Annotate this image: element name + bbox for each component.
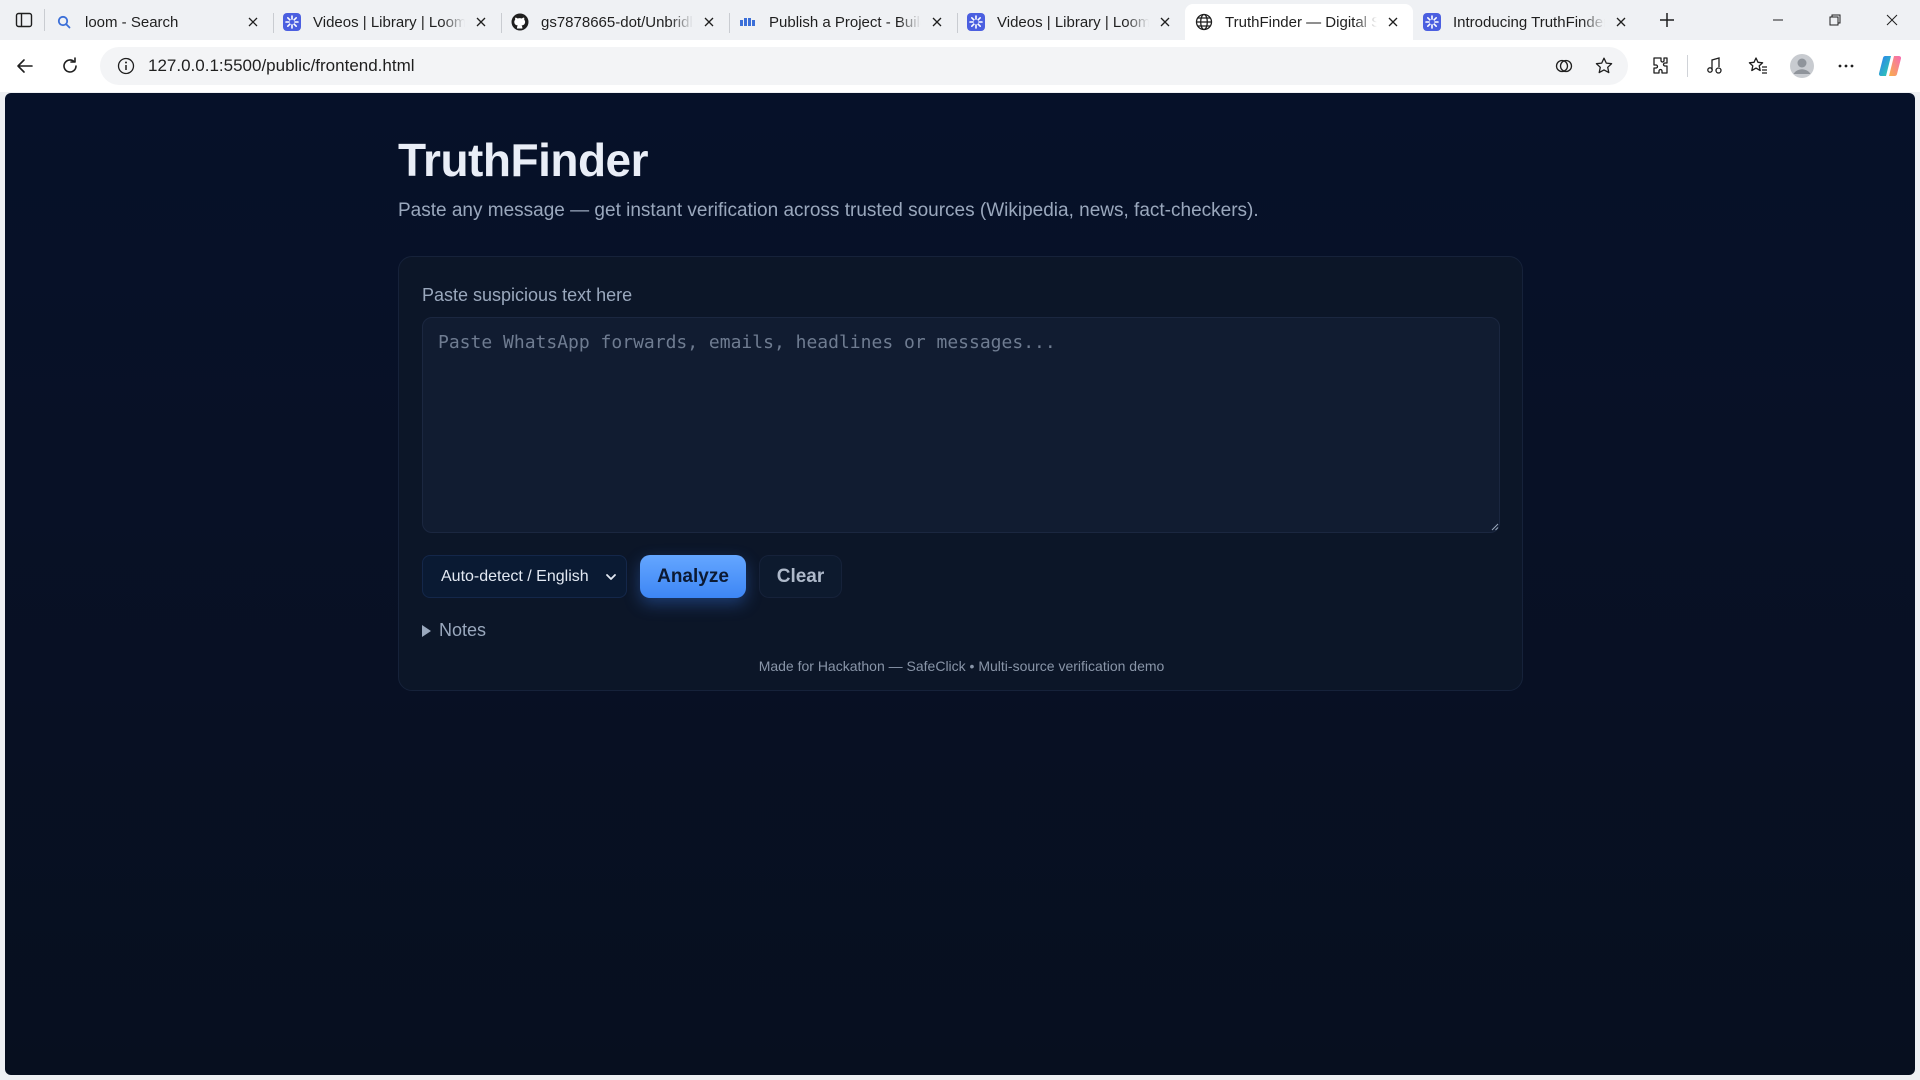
reload-button[interactable] xyxy=(50,46,90,86)
notes-disclosure[interactable]: Notes xyxy=(422,620,486,641)
tab-title: TruthFinder — Digital Safety xyxy=(1225,13,1377,31)
media-icon[interactable] xyxy=(1692,46,1736,86)
close-icon[interactable] xyxy=(1383,12,1403,32)
tab-github[interactable]: gs7878665-dot/Unbridled xyxy=(501,5,729,39)
read-aloud-icon[interactable] xyxy=(1548,50,1580,82)
tab-title: Videos | Library | Loom xyxy=(313,13,465,31)
loom-icon xyxy=(1423,13,1441,31)
favorites-icon[interactable] xyxy=(1736,46,1780,86)
disclosure-triangle-icon xyxy=(422,624,431,637)
action-controls: Auto-detect / English Analyze Clear xyxy=(422,555,842,598)
tab-title: Videos | Library | Loom xyxy=(997,13,1149,31)
footer-text: Made for Hackathon — SafeClick • Multi-s… xyxy=(758,658,1165,674)
search-icon xyxy=(55,13,73,31)
tab-introducing-truthfinder[interactable]: Introducing TruthFinder xyxy=(1413,5,1641,39)
reload-icon xyxy=(63,57,77,73)
analyze-button[interactable]: Analyze xyxy=(640,555,746,598)
message-textarea[interactable] xyxy=(422,317,1500,533)
loom-icon xyxy=(283,13,301,31)
tabs: loom - Search Videos | Library | Loom gs… xyxy=(45,0,1641,40)
input-card: Paste suspicious text here Auto-detect /… xyxy=(398,256,1523,691)
tab-actions-button[interactable] xyxy=(4,0,44,40)
tab-title: Publish a Project - Build xyxy=(769,13,921,31)
tab-title: gs7878665-dot/Unbridled xyxy=(541,13,693,31)
tab-truthfinder[interactable]: TruthFinder — Digital Safety xyxy=(1185,4,1413,40)
back-arrow-icon xyxy=(17,59,33,73)
profile-avatar-icon[interactable] xyxy=(1780,46,1824,86)
new-tab-button[interactable] xyxy=(1649,2,1685,38)
tab-title: loom - Search xyxy=(85,13,179,31)
minimize-button[interactable] xyxy=(1749,0,1806,40)
language-select[interactable]: Auto-detect / English xyxy=(422,555,627,598)
close-icon[interactable] xyxy=(471,12,491,32)
restore-icon xyxy=(1829,14,1840,26)
more-menu-icon[interactable] xyxy=(1824,46,1868,86)
tab-title: Introducing TruthFinder xyxy=(1453,13,1605,31)
page-viewport: TruthFinder Paste any message — get inst… xyxy=(5,93,1915,1075)
tab-loom-library[interactable]: Videos | Library | Loom xyxy=(273,5,501,39)
toolbar-separator xyxy=(1687,55,1688,77)
restore-button[interactable] xyxy=(1806,0,1863,40)
devpost-icon xyxy=(739,13,757,31)
tab-loom-library-2[interactable]: Videos | Library | Loom xyxy=(957,5,1185,39)
close-icon[interactable] xyxy=(699,12,719,32)
window-controls xyxy=(1749,0,1920,40)
close-icon xyxy=(1886,14,1897,26)
copilot-icon[interactable] xyxy=(1868,46,1912,86)
address-bar[interactable]: 127.0.0.1:5500/public/frontend.html xyxy=(100,47,1628,85)
toolbar-actions xyxy=(1639,40,1912,92)
input-label: Paste suspicious text here xyxy=(422,285,633,305)
globe-icon xyxy=(1195,13,1213,31)
close-window-button[interactable] xyxy=(1863,0,1920,40)
plus-icon xyxy=(1660,13,1674,27)
page-title: TruthFinder xyxy=(398,134,649,186)
notes-label: Notes xyxy=(439,620,487,640)
close-icon[interactable] xyxy=(1155,12,1175,32)
tab-actions-icon xyxy=(15,12,33,28)
close-icon[interactable] xyxy=(1611,12,1631,32)
address-url[interactable]: 127.0.0.1:5500/public/frontend.html xyxy=(148,56,415,76)
tab-strip: loom - Search Videos | Library | Loom gs… xyxy=(0,0,1920,40)
page-subtitle: Paste any message — get instant verifica… xyxy=(398,200,1259,221)
minimize-icon xyxy=(1772,19,1783,21)
clear-button[interactable]: Clear xyxy=(759,555,842,598)
loom-icon xyxy=(967,13,985,31)
browser-toolbar: 127.0.0.1:5500/public/frontend.html xyxy=(0,40,1920,92)
close-icon[interactable] xyxy=(243,12,263,32)
chevron-down-icon xyxy=(606,574,616,580)
favorite-star-icon[interactable] xyxy=(1588,50,1620,82)
close-icon[interactable] xyxy=(927,12,947,32)
site-info-icon[interactable] xyxy=(106,57,146,75)
back-button[interactable] xyxy=(5,46,45,86)
language-select-value: Auto-detect / English xyxy=(441,567,589,585)
tab-publish-project[interactable]: Publish a Project - Build xyxy=(729,5,957,39)
extensions-icon[interactable] xyxy=(1639,46,1683,86)
github-icon xyxy=(511,13,529,31)
tab-loom-search[interactable]: loom - Search xyxy=(45,5,273,39)
resize-grip-icon[interactable] xyxy=(1491,523,1499,531)
